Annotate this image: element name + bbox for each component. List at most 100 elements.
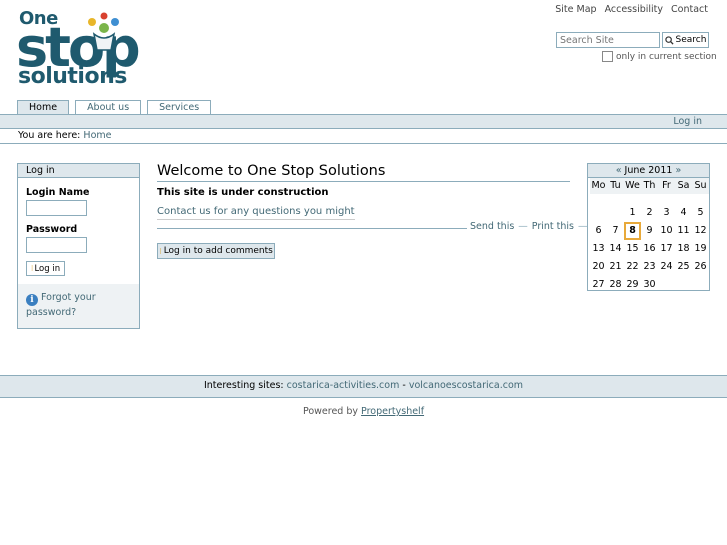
global-nav: Home About us Services: [17, 100, 212, 115]
search-input[interactable]: [556, 32, 660, 48]
lock-icon: ⁝: [30, 264, 34, 273]
calendar-day[interactable]: 24: [658, 258, 675, 276]
calendar-day[interactable]: 2: [641, 204, 658, 222]
calendar-weekday: Mo: [590, 178, 607, 194]
calendar-day[interactable]: 16: [641, 240, 658, 258]
calendar-days: 1 2 3 4 5 6 7 8 9 10 11 12 13 14 15 16 17 18 19 20 21 22 23 24 2…: [590, 204, 709, 294]
calendar-day[interactable]: 9: [641, 222, 658, 240]
magnifier-icon: [664, 35, 674, 45]
colophon-prefix: Powered by: [302, 406, 359, 417]
calendar-weekday: Tu: [607, 178, 624, 194]
search-button[interactable]: Search: [662, 32, 709, 48]
calendar-day[interactable]: 30: [641, 276, 658, 294]
calendar-weekday: Th: [641, 178, 658, 194]
calendar-day-today[interactable]: 8: [624, 222, 641, 240]
add-comments-button[interactable]: ⁝ Log in to add comments: [157, 243, 275, 259]
calendar-day[interactable]: 13: [590, 240, 607, 258]
calendar-weekday: We: [624, 178, 641, 194]
calendar-day[interactable]: 18: [675, 240, 692, 258]
breadcrumb-home[interactable]: Home: [83, 130, 111, 141]
login-portlet: Log in Login Name Password ⁝ Log in i For…: [17, 163, 140, 329]
calendar-day[interactable]: 27: [590, 276, 607, 294]
calendar-gap: [588, 194, 709, 204]
calendar-day[interactable]: 26: [692, 258, 709, 276]
page-title: Welcome to One Stop Solutions: [157, 163, 570, 182]
login-name-label: Login Name: [26, 187, 90, 198]
calendar-month: June 2011: [624, 165, 673, 176]
calendar-day[interactable]: 22: [624, 258, 641, 276]
calendar-day[interactable]: 6: [590, 222, 607, 240]
only-current-section: only in current section: [602, 51, 717, 62]
calendar-day[interactable]: 21: [607, 258, 624, 276]
site-actions: Site Map Accessibility Contact: [555, 4, 708, 15]
password-label: Password: [26, 224, 78, 235]
document-actions-divider: [157, 228, 467, 229]
only-current-checkbox[interactable]: [602, 51, 613, 62]
calendar-day[interactable]: 7: [607, 222, 624, 240]
calendar-weekday: Fr: [658, 178, 675, 194]
print-this-link[interactable]: Print this: [532, 221, 574, 232]
tab-home[interactable]: Home: [17, 100, 70, 115]
calendar-day[interactable]: 11: [675, 222, 692, 240]
calendar-day[interactable]: 28: [607, 276, 624, 294]
login-name-field[interactable]: [26, 200, 87, 216]
footer: Interesting sites: costarica-activities.…: [0, 375, 727, 398]
add-comments-label: Log in to add comments: [163, 246, 273, 256]
calendar-day[interactable]: 14: [607, 240, 624, 258]
calendar-day[interactable]: 10: [658, 222, 675, 240]
only-current-label: only in current section: [616, 51, 717, 62]
tab-about-us[interactable]: About us: [75, 100, 142, 115]
breadcrumb-divider: [0, 143, 727, 144]
send-this-link[interactable]: Send this: [470, 221, 514, 232]
calendar-day[interactable]: 25: [675, 258, 692, 276]
footer-link-1[interactable]: costarica-activities.com: [287, 380, 400, 391]
calendar-blank: [590, 204, 607, 222]
document-actions: Send this — Print this —: [470, 221, 588, 232]
calendar-day[interactable]: 4: [675, 204, 692, 222]
accessibility-link[interactable]: Accessibility: [605, 4, 663, 15]
calendar-day[interactable]: 15: [624, 240, 641, 258]
password-field[interactable]: [26, 237, 87, 253]
calendar-weekday: Sa: [675, 178, 692, 194]
calendar-day[interactable]: 1: [624, 204, 641, 222]
site-logo[interactable]: One stop solutions: [16, 8, 174, 90]
page-description: This site is under construction: [157, 187, 329, 198]
calendar-day[interactable]: 5: [692, 204, 709, 222]
calendar-day[interactable]: 19: [692, 240, 709, 258]
login-button[interactable]: ⁝ Log in: [26, 261, 65, 276]
separator: —: [518, 221, 528, 232]
calendar-weekdays: Mo Tu We Th Fr Sa Su: [590, 178, 709, 194]
calendar-day[interactable]: 23: [641, 258, 658, 276]
calendar-next-button[interactable]: »: [675, 165, 681, 176]
breadcrumb: You are here: Home: [18, 130, 111, 141]
footer-separator: -: [402, 380, 406, 391]
lock-icon: ⁝: [159, 246, 162, 256]
calendar-day[interactable]: 20: [590, 258, 607, 276]
contact-link[interactable]: Contact: [671, 4, 708, 15]
contact-link-body[interactable]: Contact us for any questions you might: [157, 206, 355, 220]
search-button-label: Search: [675, 35, 707, 45]
calendar-day[interactable]: 3: [658, 204, 675, 222]
login-portlet-title: Log in: [18, 164, 139, 178]
calendar-blank: [607, 204, 624, 222]
calendar-portlet: « June 2011 » Mo Tu We Th Fr Sa Su 1 2 3 4 5 6 7 8 9 10…: [587, 163, 710, 291]
footer-prefix: Interesting sites:: [203, 380, 284, 391]
colophon-link[interactable]: Propertyshelf: [361, 406, 424, 417]
login-button-label: Log in: [34, 263, 61, 274]
calendar-header: « June 2011 »: [588, 164, 709, 178]
logo-text-solutions: solutions: [18, 64, 127, 89]
people-figure-icon: [88, 12, 119, 51]
colophon: Powered by Propertyshelf: [0, 406, 727, 417]
footer-link-2[interactable]: volcanoescostarica.com: [409, 380, 523, 391]
calendar-day[interactable]: 17: [658, 240, 675, 258]
forgot-password[interactable]: i Forgot your password?: [18, 284, 139, 328]
breadcrumb-prefix: You are here:: [18, 130, 81, 141]
calendar-prev-button[interactable]: «: [616, 165, 622, 176]
login-link[interactable]: Log in: [673, 116, 702, 127]
calendar-day[interactable]: 29: [624, 276, 641, 294]
personal-bar: Log in: [0, 114, 727, 129]
site-map-link[interactable]: Site Map: [555, 4, 596, 15]
tab-services[interactable]: Services: [147, 100, 212, 115]
info-icon: i: [26, 294, 38, 306]
calendar-day[interactable]: 12: [692, 222, 709, 240]
